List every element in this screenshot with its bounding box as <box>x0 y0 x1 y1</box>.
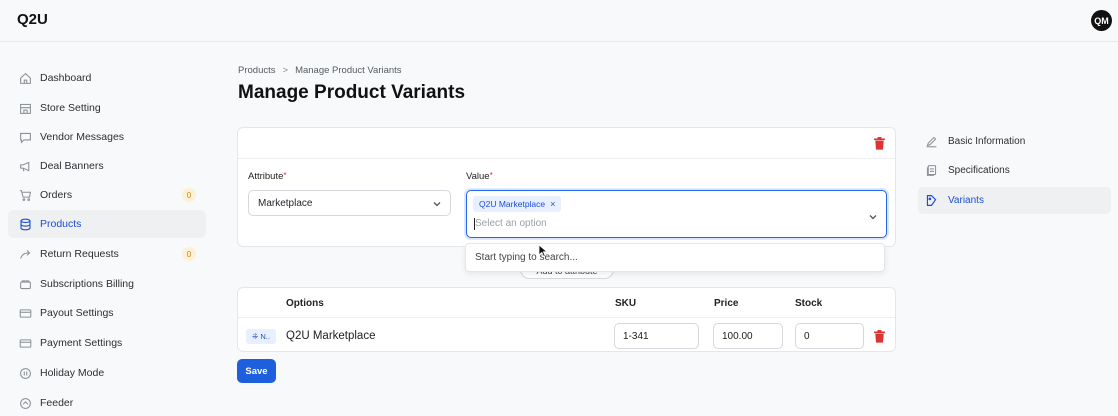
sidebar-item-deal-banners[interactable]: Deal Banners <box>8 152 206 180</box>
attribute-select-value: Marketplace <box>258 197 313 209</box>
section-nav-label: Variants <box>948 195 984 206</box>
sidebar-item-label: Deal Banners <box>40 160 104 172</box>
copy-icon <box>924 164 938 178</box>
section-nav-specifications[interactable]: Specifications <box>918 157 1111 184</box>
sidebar-item-label: Store Setting <box>40 102 101 114</box>
user-avatar[interactable]: QM <box>1091 10 1112 31</box>
column-header-sku: SKU <box>615 298 637 309</box>
layers-icon <box>924 194 938 208</box>
returns-count-badge: 0 <box>182 247 196 261</box>
database-icon <box>18 217 32 231</box>
delete-attribute-icon[interactable] <box>874 137 885 150</box>
sidebar-item-vendor-messages[interactable]: Vendor Messages <box>8 123 206 151</box>
tag-label: Q2U Marketplace <box>479 199 546 209</box>
value-placeholder[interactable]: Select an option <box>475 218 547 229</box>
value-dropdown-hint: Start typing to search... <box>465 243 885 272</box>
message-icon <box>18 130 32 144</box>
sidebar-item-label: Orders <box>40 189 73 201</box>
sidebar-item-store-setting[interactable]: Store Setting <box>8 94 206 122</box>
billing-icon <box>18 277 32 291</box>
attribute-label-text: Attribute <box>248 171 284 182</box>
sidebar-item-label: Subscriptions Billing <box>40 278 134 290</box>
value-multiselect[interactable]: Q2U Marketplace × Select an option <box>466 190 887 238</box>
breadcrumb-current: Manage Product Variants <box>295 65 402 76</box>
save-button[interactable]: Save <box>237 359 276 383</box>
breadcrumb-separator: > <box>282 65 289 76</box>
sidebar-item-label: Products <box>40 218 82 230</box>
sidebar-item-products[interactable]: Products <box>8 210 206 238</box>
feeder-icon <box>18 396 32 410</box>
sidebar-item-label: Feeder <box>40 397 74 409</box>
card-divider <box>238 158 895 159</box>
sidebar-item-dashboard[interactable]: Dashboard <box>8 64 206 92</box>
breadcrumb: Products > Manage Product Variants <box>238 65 402 76</box>
mouse-cursor-icon <box>538 244 549 263</box>
card-icon <box>18 336 32 350</box>
sidebar-item-label: Dashboard <box>40 72 92 84</box>
sidebar-item-orders[interactable]: Orders 0 <box>8 181 206 209</box>
attribute-card: Attribute* Value* Marketplace Q2U Market… <box>237 127 896 247</box>
variants-table: Options SKU Price Stock ⁜ N.. Q2U Market… <box>237 287 896 352</box>
sidebar-item-subscriptions-billing[interactable]: Subscriptions Billing <box>8 270 206 298</box>
sidebar-item-label: Return Requests <box>40 248 119 260</box>
sidebar-item-label: Payout Settings <box>40 307 114 319</box>
cart-icon <box>18 188 32 202</box>
top-bar: Q2U QM <box>0 0 1118 42</box>
edit-icon <box>924 135 938 149</box>
page-title: Manage Product Variants <box>238 82 466 103</box>
chevron-down-icon[interactable] <box>868 209 878 220</box>
variant-option-chip[interactable]: ⁜ N.. <box>246 329 276 344</box>
megaphone-icon <box>18 159 32 173</box>
card-icon <box>18 306 32 320</box>
price-input[interactable] <box>713 323 783 349</box>
chevron-down-icon <box>432 199 442 209</box>
stock-input[interactable] <box>795 323 864 349</box>
attribute-label: Attribute* <box>248 171 287 182</box>
section-nav-label: Basic Information <box>948 136 1026 147</box>
selected-value-tag: Q2U Marketplace × <box>473 196 562 212</box>
app-brand[interactable]: Q2U <box>17 11 48 28</box>
value-label: Value* <box>466 171 493 182</box>
sidebar-item-payment-settings[interactable]: Payment Settings <box>8 329 206 357</box>
sidebar-item-label: Vendor Messages <box>40 131 125 143</box>
section-nav-basic-information[interactable]: Basic Information <box>918 128 1111 155</box>
column-header-price: Price <box>714 298 739 309</box>
value-label-text: Value <box>466 171 490 182</box>
delete-variant-icon[interactable] <box>874 330 885 343</box>
column-header-options: Options <box>286 298 324 309</box>
store-icon <box>18 101 32 115</box>
sidebar-item-label: Payment Settings <box>40 337 123 349</box>
pause-icon <box>18 366 32 380</box>
attribute-select[interactable]: Marketplace <box>248 190 451 216</box>
tag-remove-icon[interactable]: × <box>550 199 555 209</box>
breadcrumb-products[interactable]: Products <box>238 65 276 76</box>
sidebar-item-payout-settings[interactable]: Payout Settings <box>8 299 206 327</box>
sidebar-item-label: Holiday Mode <box>40 367 105 379</box>
sidebar-item-return-requests[interactable]: Return Requests 0 <box>8 240 206 268</box>
header-divider <box>238 317 895 318</box>
return-icon <box>18 247 32 261</box>
sidebar-item-holiday-mode[interactable]: Holiday Mode <box>8 359 206 387</box>
variant-option-name: Q2U Marketplace <box>286 330 376 342</box>
section-nav-variants[interactable]: Variants <box>918 187 1111 214</box>
sidebar-item-feeder[interactable]: Feeder <box>8 389 206 416</box>
orders-count-badge: 0 <box>182 188 196 202</box>
sidebar: Dashboard Store Setting Vendor Messages … <box>0 42 210 416</box>
sku-input[interactable] <box>614 323 699 349</box>
column-header-stock: Stock <box>795 298 823 309</box>
section-nav-label: Specifications <box>948 165 1010 176</box>
home-icon <box>18 71 32 85</box>
required-mark: * <box>489 171 493 180</box>
required-mark: * <box>283 171 287 180</box>
